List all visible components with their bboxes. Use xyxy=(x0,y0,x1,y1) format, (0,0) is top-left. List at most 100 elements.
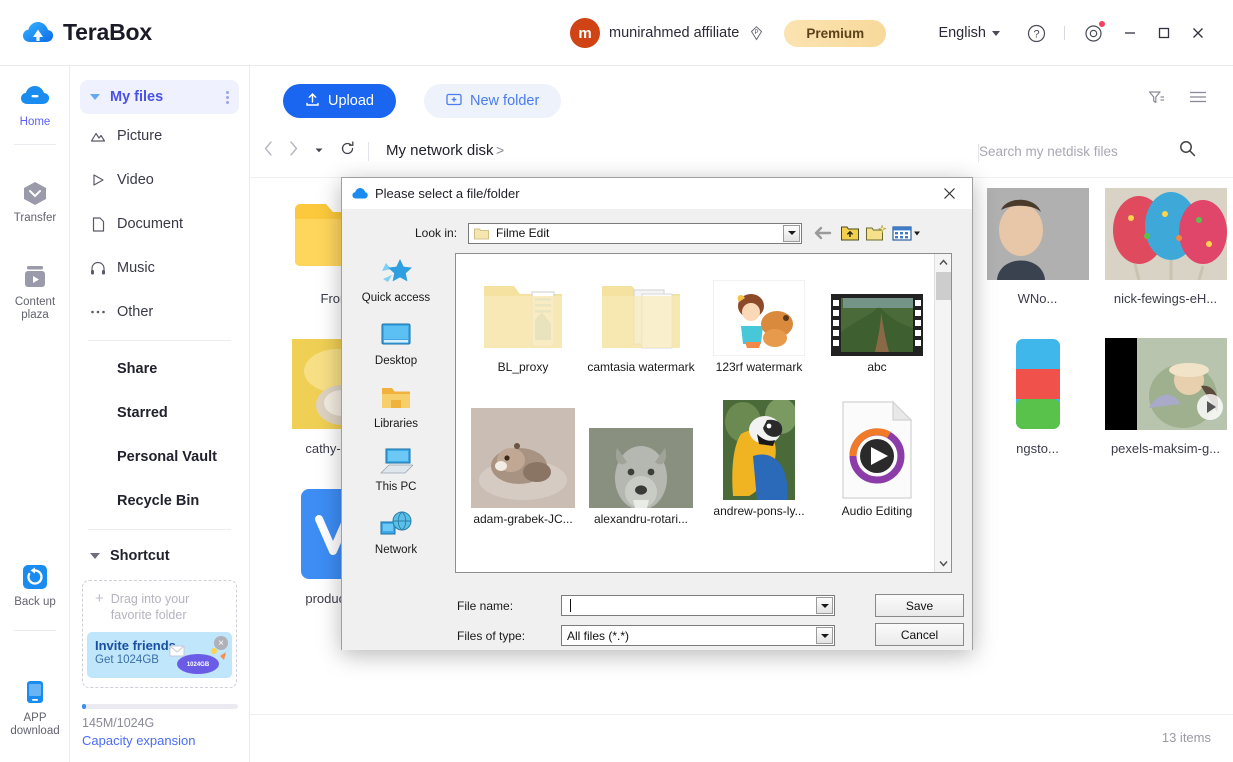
rail-item-home[interactable]: Home xyxy=(0,80,70,129)
place-quick-access[interactable]: Quick access xyxy=(350,253,442,316)
place-this-pc[interactable]: This PC xyxy=(350,442,442,505)
language-label: English xyxy=(938,25,986,41)
grid-item-label: pexels-maksim-g... xyxy=(1110,441,1221,456)
language-selector[interactable]: English xyxy=(938,25,1000,41)
new-folder-icon[interactable] xyxy=(864,222,887,244)
account-area[interactable]: m munirahmed affiliate P Premium xyxy=(570,18,887,48)
search-icon[interactable] xyxy=(1179,140,1196,162)
look-in-label: Look in: xyxy=(415,226,458,240)
history-dropdown-icon[interactable] xyxy=(314,142,324,159)
up-folder-icon[interactable] xyxy=(838,222,861,244)
cancel-button[interactable]: Cancel xyxy=(875,623,964,646)
svg-text:P: P xyxy=(755,30,759,36)
place-libraries[interactable]: Libraries xyxy=(350,379,442,442)
sidebar-item-other[interactable]: Other xyxy=(70,290,249,334)
sidebar-label: Personal Vault xyxy=(117,449,217,465)
files-of-type-field[interactable]: All files (*.*) xyxy=(561,625,835,646)
settings-icon[interactable] xyxy=(1078,18,1108,48)
chevron-down-icon[interactable] xyxy=(783,224,800,242)
invite-friends-banner[interactable]: Invite friends Get 1024GB × 1024GB xyxy=(87,632,232,678)
look-in-combobox[interactable]: Filme Edit xyxy=(468,222,802,244)
sidebar-item-personal-vault[interactable]: Personal Vault xyxy=(70,435,249,479)
media-file-icon xyxy=(818,400,936,500)
play-icon[interactable] xyxy=(1197,394,1223,420)
capacity-bar xyxy=(82,704,238,709)
sidebar-label: Music xyxy=(117,260,155,276)
place-desktop[interactable]: Desktop xyxy=(350,316,442,379)
sidebar-item-music[interactable]: Music xyxy=(70,246,249,290)
sidebar-label: Document xyxy=(117,216,184,232)
help-icon[interactable]: ? xyxy=(1021,18,1051,48)
sidebar-item-recycle-bin[interactable]: Recycle Bin xyxy=(70,479,249,523)
dialog-file-item[interactable]: abc xyxy=(818,260,936,375)
dialog-file-item[interactable]: adam-grabek-JC... xyxy=(464,408,582,527)
sidebar-item-my-files[interactable]: My files xyxy=(80,80,239,114)
scrollbar-thumb[interactable] xyxy=(936,272,951,300)
premium-diamond-icon: P xyxy=(748,25,765,42)
favorite-folder-dropzone[interactable]: + Drag into your favorite folder Invite … xyxy=(82,580,237,688)
avatar[interactable]: m xyxy=(570,18,600,48)
capacity-expansion-link[interactable]: Capacity expansion xyxy=(82,733,238,748)
dialog-file-item[interactable]: Audio Editing xyxy=(818,400,936,519)
dialog-file-item[interactable]: 123rf watermark xyxy=(700,260,818,375)
save-button[interactable]: Save xyxy=(875,594,964,617)
close-button[interactable] xyxy=(1181,18,1215,48)
premium-badge[interactable]: Premium xyxy=(784,19,887,47)
refresh-icon[interactable] xyxy=(340,141,355,160)
minimize-button[interactable] xyxy=(1113,18,1147,48)
dialog-file-item[interactable]: camtasia watermark xyxy=(582,260,700,375)
grid-item[interactable]: pexels-maksim-g... xyxy=(1088,336,1233,456)
back-arrow-icon[interactable] xyxy=(810,222,833,244)
chevron-down-icon[interactable] xyxy=(816,627,833,644)
search-input[interactable] xyxy=(979,143,1179,159)
content-plaza-icon xyxy=(0,260,70,294)
grid-item-label: nick-fewings-eH... xyxy=(1113,291,1218,306)
close-icon[interactable] xyxy=(932,180,966,208)
sidebar-item-document[interactable]: Document xyxy=(70,202,249,246)
sidebar-item-starred[interactable]: Starred xyxy=(70,391,249,435)
back-button[interactable] xyxy=(264,141,273,160)
place-network[interactable]: Network xyxy=(350,505,442,568)
rail-item-app-download[interactable]: APP download xyxy=(0,676,70,738)
other-icon xyxy=(90,304,106,320)
dialog-file-label: Audio Editing xyxy=(841,504,913,518)
place-label: Quick access xyxy=(361,292,431,304)
sidebar-item-share[interactable]: Share xyxy=(70,347,249,391)
file-name-field[interactable] xyxy=(561,595,835,616)
sidebar-item-video[interactable]: Video xyxy=(70,158,249,202)
vertical-scrollbar[interactable] xyxy=(934,254,951,572)
grid-item[interactable]: nick-fewings-eH... xyxy=(1088,186,1233,306)
dialog-file-list[interactable]: BL_proxy camtasia watermark 123rf waterm… xyxy=(455,253,952,573)
list-view-icon[interactable] xyxy=(1189,90,1207,111)
rail-label: APP download xyxy=(10,712,60,737)
dialog-file-label: BL_proxy xyxy=(497,360,549,374)
rail-item-content-plaza[interactable]: Content plaza xyxy=(0,260,70,322)
image-thumbnail xyxy=(464,408,582,508)
filter-icon[interactable] xyxy=(1148,90,1165,111)
new-folder-icon xyxy=(446,92,462,110)
forward-button[interactable] xyxy=(289,141,298,160)
search-box[interactable] xyxy=(979,140,1209,162)
chevron-down-icon[interactable] xyxy=(816,597,833,614)
sidebar-item-shortcut[interactable]: Shortcut xyxy=(70,536,249,576)
sidebar-divider xyxy=(88,340,231,341)
items-count: 13 items xyxy=(1161,730,1211,745)
new-folder-button[interactable]: New folder xyxy=(424,84,562,118)
sidebar-label: Video xyxy=(117,172,154,188)
sidebar-item-picture[interactable]: Picture xyxy=(70,114,249,158)
rail-item-backup[interactable]: Back up xyxy=(0,560,70,609)
upload-button[interactable]: Upload xyxy=(283,84,396,118)
dialog-file-item[interactable]: BL_proxy xyxy=(464,260,582,375)
scroll-up-icon[interactable] xyxy=(935,254,951,271)
scroll-down-icon[interactable] xyxy=(935,555,952,572)
views-icon[interactable] xyxy=(890,222,923,244)
dialog-file-item[interactable]: andrew-pons-ly... xyxy=(700,400,818,519)
plus-icon: + xyxy=(95,590,104,607)
maximize-button[interactable] xyxy=(1147,18,1181,48)
breadcrumb-root[interactable]: My network disk xyxy=(386,142,494,159)
left-rail: Home Transfer Content plaza Back up APP … xyxy=(0,66,70,762)
more-options-icon[interactable] xyxy=(226,89,229,106)
look-in-value: Filme Edit xyxy=(496,226,550,240)
rail-item-transfer[interactable]: Transfer xyxy=(0,176,70,225)
dialog-file-item[interactable]: alexandru-rotari... xyxy=(582,412,700,527)
